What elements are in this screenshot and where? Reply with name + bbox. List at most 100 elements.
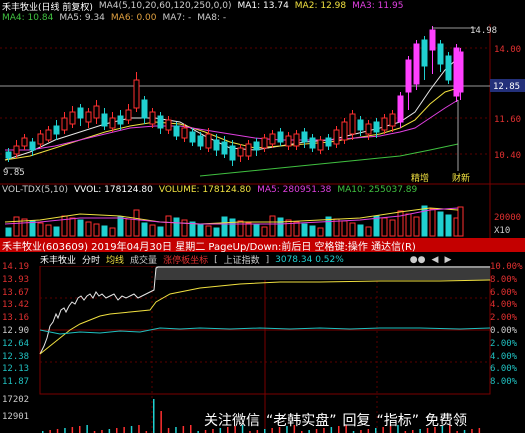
candle-body[interactable] [445,55,452,81]
news-marker[interactable]: 财新 [452,172,470,184]
candle-body[interactable] [45,129,52,141]
candle-body[interactable] [253,141,260,151]
candle-body[interactable] [61,117,68,131]
ts-left-axis: 14.19 13.93 13.67 13.42 13.16 12.90 12.64 12.38… [0,262,40,392]
candle-body[interactable] [173,125,180,137]
ts-right-axis-label: 4.00% [490,300,518,311]
candle-body[interactable] [133,79,140,109]
candle-body[interactable] [85,111,92,123]
volume-bar [405,213,412,237]
candle-body[interactable] [213,139,220,151]
ts-right-axis-label: 4.00% [490,351,518,362]
settings-dots-icon[interactable]: ●● [410,255,426,265]
candle-body[interactable] [365,123,372,135]
candle-body[interactable] [357,119,364,131]
ts-vol-axis-mid: 12901 [2,412,29,422]
candle-body[interactable] [165,119,172,131]
candle-body[interactable] [245,143,252,157]
candle-body[interactable] [37,133,44,145]
volume-bar [117,216,124,237]
candle-body[interactable] [149,111,156,125]
volume-bar [53,226,60,237]
volume-bar [277,217,284,237]
watermark-keyword: “指标” [376,412,420,429]
candle-body[interactable] [237,147,244,157]
candle-body[interactable] [21,137,28,147]
candle-body[interactable] [125,109,132,121]
volume-bar [69,217,76,237]
tab-average[interactable]: 均线 [106,253,124,266]
tab-limit-axis[interactable]: 涨停板坐标 [163,253,208,266]
volume-value: VOLUME: 178124.80 [158,185,252,195]
ts-left-axis-label: 12.64 [2,338,30,349]
volume-bar [365,226,372,237]
candle-body[interactable] [157,115,164,129]
vol-indicator-name[interactable]: VOL-TDX(5,10) [2,185,68,195]
candle-body[interactable] [349,113,356,135]
candle-body[interactable] [53,125,60,135]
volume-bar [37,222,44,237]
candle-body[interactable] [437,43,444,65]
ma6-value: MA6: 0.00 [110,13,157,23]
candle-body[interactable] [141,99,148,119]
volume-bar [229,218,236,237]
candle-body[interactable] [221,141,228,155]
candle-body[interactable] [405,59,412,93]
candle-body[interactable] [293,133,300,147]
candle-body[interactable] [341,121,348,141]
ts-volume-bar [130,426,133,433]
candle-body[interactable] [389,113,396,127]
tab-volume[interactable]: 成交量 [130,253,157,266]
candle-body[interactable] [101,113,108,127]
candle-body[interactable] [269,133,276,145]
candle-body[interactable] [181,127,188,139]
candle-body[interactable] [229,145,236,161]
ts-volume-bar [182,426,185,433]
vol-ma10-value: MA10: 255037.89 [337,185,418,195]
candle-body[interactable] [93,105,100,119]
kline-header-row2: MA4: 10.84 MA5: 9.34 MA6: 0.00 MA7: - MA… [0,12,525,24]
stock-title[interactable]: 禾丰牧业(日线 前复权) [2,0,93,13]
ts-right-axis-label: 0.00% [490,326,518,336]
candle-body[interactable] [261,137,268,149]
candle-body[interactable] [301,131,308,143]
candle-body[interactable] [109,117,116,129]
ts-volume-bar [108,429,111,433]
volume-bar [213,227,220,237]
index-name[interactable]: 上证指数 [224,253,260,266]
volume-bar [429,208,436,237]
ts-right-axis-label: 8.00% [490,377,518,388]
candle-body[interactable] [29,141,36,151]
candle-body[interactable] [5,151,12,159]
ma-params[interactable]: MA4(5,10,20,60,120,250,0,0) [99,1,232,11]
candle-body[interactable] [77,107,84,119]
candle-body[interactable] [457,51,464,93]
surge-marker[interactable]: 精增 [411,172,429,184]
candle-body[interactable] [429,29,436,51]
candle-body[interactable] [13,145,20,155]
candle-body[interactable] [325,137,332,147]
ts-volume-bar [64,428,66,433]
candle-body[interactable] [309,137,316,149]
watermark-banner: 关注微信 “老韩实盘” 回复 “指标” 免费领 [200,406,525,433]
candle-body[interactable] [397,95,404,123]
candle-body[interactable] [421,39,428,67]
candle-body[interactable] [69,111,76,125]
candle-body[interactable] [277,131,284,143]
candle-body[interactable] [117,115,124,125]
next-arrow-icon[interactable]: ▶ [444,255,451,265]
kline-chart[interactable]: 14.98 9.85 精增 财新 14.00 12.85 11.60 10.40… [0,0,525,238]
prev-arrow-icon[interactable]: ◀ [432,255,439,265]
axis-label-11: 11.60 [494,115,521,125]
candle-body[interactable] [197,135,204,147]
candle-body[interactable] [333,129,340,145]
tab-timeshare[interactable]: 分时 [82,253,100,266]
ma7-value: MA7: - [162,13,192,23]
candle-body[interactable] [413,43,420,85]
candle-body[interactable] [317,139,324,151]
candle-body[interactable] [285,135,292,147]
candle-body[interactable] [381,117,388,131]
candle-body[interactable] [373,121,380,133]
candle-body[interactable] [189,131,196,143]
candle-body[interactable] [205,133,212,149]
